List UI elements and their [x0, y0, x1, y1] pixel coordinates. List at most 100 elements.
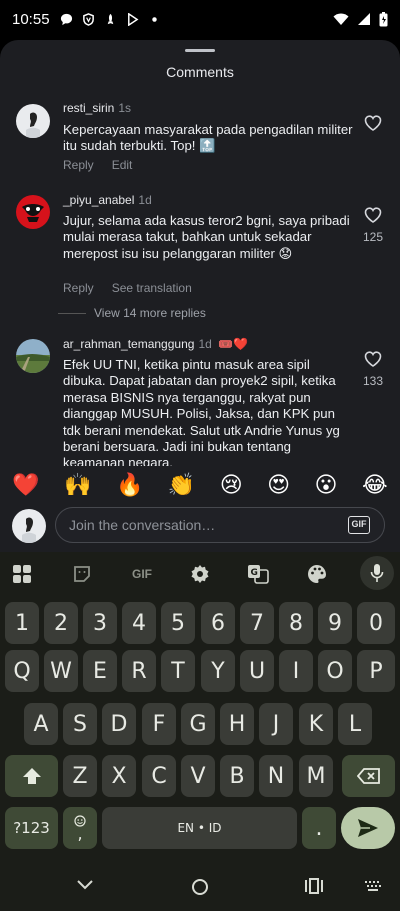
key-w[interactable]: W [44, 650, 78, 692]
drag-handle[interactable] [185, 49, 215, 52]
key-v[interactable]: V [181, 755, 215, 797]
key-o[interactable]: O [318, 650, 352, 692]
send-key[interactable] [341, 807, 395, 849]
key-l[interactable]: L [338, 703, 372, 745]
comment-username[interactable]: _piyu_anabel [63, 193, 134, 207]
symbols-key[interactable]: ?123 [5, 807, 58, 849]
key-2[interactable]: 2 [44, 602, 78, 644]
key-i[interactable]: I [279, 650, 313, 692]
emoji-surprised-button[interactable]: 😮 [315, 472, 338, 498]
edit-button[interactable]: Edit [112, 158, 133, 172]
key-z[interactable]: Z [63, 755, 97, 797]
avatar[interactable] [16, 339, 50, 373]
shift-key[interactable] [5, 755, 58, 797]
comment-text: Kepercayaan masyarakat pada pengadilan m… [63, 122, 353, 154]
key-f[interactable]: F [142, 703, 176, 745]
like-button[interactable]: 125 [361, 207, 385, 244]
comment-username[interactable]: ar_rahman_temanggung [63, 337, 194, 351]
comment-input[interactable]: Join the conversation… GIF [55, 507, 385, 543]
backspace-icon [356, 768, 380, 784]
recents-icon[interactable] [305, 878, 323, 894]
key-8[interactable]: 8 [279, 602, 313, 644]
emoji-heart-button[interactable]: ❤️ [12, 472, 39, 498]
sticker-icon[interactable] [70, 562, 94, 586]
emoji-comma-key[interactable]: , [63, 807, 97, 849]
key-g[interactable]: G [181, 703, 215, 745]
gif-button[interactable]: GIF [348, 516, 370, 534]
sheet-title: Comments [166, 64, 234, 80]
key-b[interactable]: B [220, 755, 254, 797]
emoji-heart-eyes-button[interactable]: 😍 [267, 472, 290, 498]
emoji-cry-button[interactable]: 😢 [220, 472, 243, 498]
keyboard: GIF G 1 2 3 4 5 6 7 8 9 0 Q W E R T Y U … [0, 552, 400, 860]
spacebar-key[interactable]: EN • ID [102, 807, 297, 849]
comment-input-placeholder: Join the conversation… [69, 517, 216, 533]
period-key[interactable]: . [302, 807, 336, 849]
key-t[interactable]: T [161, 650, 195, 692]
status-bar: 10:55 [0, 0, 400, 38]
comments-sheet: Comments resti_sirin 1s Kepercayaan masya… [0, 40, 400, 552]
key-a[interactable]: A [24, 703, 58, 745]
key-1[interactable]: 1 [5, 602, 39, 644]
rocket-notification-icon [107, 13, 113, 24]
see-translation-button[interactable]: See translation [112, 281, 192, 295]
keyboard-toolbar: GIF G [0, 552, 400, 596]
view-more-replies-button[interactable]: View 14 more replies [58, 306, 206, 320]
heart-icon [364, 351, 382, 367]
key-0[interactable]: 0 [357, 602, 395, 644]
comment-time: 1d [138, 193, 152, 207]
apps-grid-icon[interactable] [10, 562, 34, 586]
key-4[interactable]: 4 [122, 602, 156, 644]
key-e[interactable]: E [83, 650, 117, 692]
key-h[interactable]: H [220, 703, 254, 745]
key-s[interactable]: S [63, 703, 97, 745]
comment-text: Efek UU TNI, ketika pintu masuk area sip… [63, 357, 340, 471]
cell-signal-icon [358, 13, 370, 25]
like-button[interactable]: 133 [361, 351, 385, 388]
key-m[interactable]: M [299, 755, 333, 797]
backspace-key[interactable] [342, 755, 395, 797]
key-u[interactable]: U [240, 650, 274, 692]
key-6[interactable]: 6 [201, 602, 235, 644]
emoji-clap-button[interactable]: 👏 [168, 472, 195, 498]
keyboard-switch-icon[interactable] [364, 880, 382, 892]
heart-icon [364, 207, 382, 223]
reply-button[interactable]: Reply [63, 281, 94, 295]
comment-time: 1s [118, 101, 132, 115]
key-p[interactable]: P [357, 650, 395, 692]
emoji-raised-hands-button[interactable]: 🙌 [64, 472, 91, 498]
reply-button[interactable]: Reply [63, 158, 94, 172]
avatar[interactable] [16, 104, 50, 138]
key-y[interactable]: Y [201, 650, 235, 692]
hide-keyboard-chevron-icon[interactable] [76, 879, 94, 891]
palette-icon[interactable] [305, 562, 329, 586]
key-j[interactable]: J [259, 703, 293, 745]
translate-icon[interactable]: G [246, 562, 270, 586]
key-3[interactable]: 3 [83, 602, 117, 644]
key-k[interactable]: K [299, 703, 333, 745]
emoji-quick-bar: ❤️ 🙌 🔥 👏 😢 😍 😮 😂 [0, 466, 400, 504]
comment-username[interactable]: resti_sirin [63, 101, 114, 115]
avatar[interactable] [16, 195, 50, 229]
comment-time: 1d [198, 337, 212, 351]
key-5[interactable]: 5 [161, 602, 195, 644]
key-d[interactable]: D [102, 703, 136, 745]
key-q[interactable]: Q [5, 650, 39, 692]
key-x[interactable]: X [102, 755, 136, 797]
play-notification-icon [127, 12, 139, 26]
settings-gear-icon[interactable] [188, 562, 212, 586]
key-9[interactable]: 9 [318, 602, 352, 644]
shield-notification-icon [82, 12, 94, 26]
key-7[interactable]: 7 [240, 602, 274, 644]
heart-icon [364, 115, 382, 131]
comment-header: _piyu_anabel 1d [63, 193, 152, 207]
home-circle-icon[interactable] [191, 878, 209, 896]
gif-keyboard-button[interactable]: GIF [128, 562, 156, 586]
key-c[interactable]: C [142, 755, 176, 797]
key-r[interactable]: R [122, 650, 156, 692]
emoji-laugh-button[interactable]: 😂 [362, 472, 388, 498]
like-button[interactable] [361, 115, 385, 136]
voice-input-button[interactable] [360, 556, 394, 590]
emoji-fire-button[interactable]: 🔥 [116, 472, 143, 498]
key-n[interactable]: N [259, 755, 293, 797]
